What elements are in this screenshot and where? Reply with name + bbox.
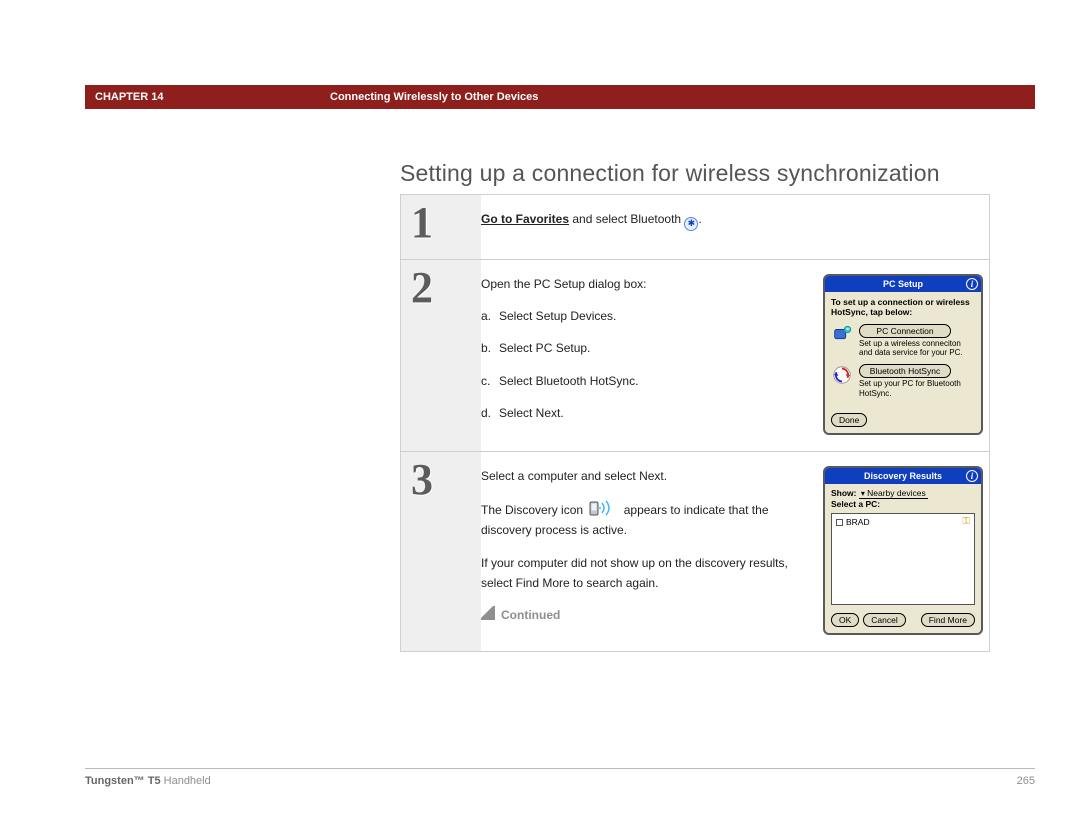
palm-tip: To set up a connection or wireless HotSy… — [831, 297, 975, 318]
chapter-title: Connecting Wirelessly to Other Devices — [330, 91, 538, 103]
palm-titlebar: PC Setup i — [825, 276, 981, 292]
done-button[interactable]: Done — [831, 413, 867, 427]
step-number: 3 — [401, 452, 481, 651]
discovery-screenshot: Discovery Results i Show: Nearby devices… — [823, 466, 983, 635]
info-icon[interactable]: i — [966, 470, 978, 482]
bluetooth-hotsync-button[interactable]: Bluetooth HotSync — [859, 364, 951, 378]
step-row: 1 Go to Favorites and select Bluetooth ✱… — [400, 194, 990, 260]
steps-container: 1 Go to Favorites and select Bluetooth ✱… — [400, 195, 990, 652]
pc-setup-screenshot: PC Setup i To set up a connection or wir… — [823, 274, 983, 436]
palm-title: Discovery Results — [864, 471, 942, 481]
pc-connection-icon — [831, 324, 853, 346]
page-footer: Tungsten™ T5 Handheld 265 — [85, 768, 1035, 790]
bluetooth-hotsync-desc: Set up your PC for Bluetooth HotSync. — [859, 379, 975, 398]
pc-icon — [836, 519, 843, 526]
discovery-icon — [589, 499, 617, 517]
step-text: Select a computer and select Next. The D… — [481, 466, 823, 635]
palm-title: PC Setup — [883, 279, 923, 289]
favorites-link[interactable]: Go to Favorites — [481, 212, 569, 226]
ok-button[interactable]: OK — [831, 613, 859, 627]
palm-bottombar: Done — [825, 409, 981, 433]
cancel-button[interactable]: Cancel — [863, 613, 905, 627]
step3-p3: If your computer did not show up on the … — [481, 553, 799, 594]
select-pc-label: Select a PC: — [831, 499, 880, 509]
step1-period: . — [698, 212, 701, 226]
continued-label: Continued — [481, 605, 799, 625]
step2-intro: Open the PC Setup dialog box: — [481, 274, 799, 294]
pc-connection-desc: Set up a wireless conneciton and data se… — [859, 339, 975, 358]
step-number: 1 — [401, 195, 481, 259]
palm-option: PC Connection Set up a wireless connecit… — [859, 324, 975, 358]
step-number: 2 — [401, 260, 481, 452]
step-text: Open the PC Setup dialog box: a.Select S… — [481, 274, 823, 436]
step-body: Select a computer and select Next. The D… — [481, 452, 989, 651]
hotsync-icon — [831, 364, 853, 386]
step1-tail: and select Bluetooth — [569, 212, 684, 226]
bluetooth-icon: ✱ — [684, 217, 698, 231]
page-number: 265 — [1017, 775, 1035, 790]
step2-list: a.Select Setup Devices. b.Select PC Setu… — [481, 306, 799, 424]
pc-list[interactable]: BRAD ⚿ — [831, 513, 975, 605]
step-row: 2 Open the PC Setup dialog box: a.Select… — [400, 259, 990, 453]
find-more-button[interactable]: Find More — [921, 613, 975, 627]
step-body: Open the PC Setup dialog box: a.Select S… — [481, 260, 989, 452]
step3-p2: The Discovery icon appears to indicate t… — [481, 499, 799, 541]
palm-row: Bluetooth HotSync Set up your PC for Blu… — [831, 364, 975, 398]
pc-connection-button[interactable]: PC Connection — [859, 324, 951, 338]
info-icon[interactable]: i — [966, 278, 978, 290]
step-row: 3 Select a computer and select Next. The… — [400, 451, 990, 652]
section-title: Setting up a connection for wireless syn… — [400, 160, 990, 187]
show-label: Show: — [831, 488, 857, 498]
palm-bottombar: OK Cancel Find More — [825, 609, 981, 633]
palm-option: Bluetooth HotSync Set up your PC for Blu… — [859, 364, 975, 398]
key-icon: ⚿ — [962, 516, 970, 527]
discovery-controls: Show: Nearby devices Select a PC: — [825, 484, 981, 509]
show-dropdown[interactable]: Nearby devices — [859, 488, 928, 499]
palm-row: PC Connection Set up a wireless connecit… — [831, 324, 975, 358]
chapter-header: CHAPTER 14 Connecting Wirelessly to Othe… — [85, 85, 1035, 109]
chapter-label: CHAPTER 14 — [85, 91, 163, 103]
step-body: Go to Favorites and select Bluetooth ✱. — [481, 195, 989, 259]
list-item[interactable]: BRAD — [836, 517, 970, 527]
step-text: Go to Favorites and select Bluetooth ✱. — [481, 209, 989, 243]
palm-titlebar: Discovery Results i — [825, 468, 981, 484]
page: CHAPTER 14 Connecting Wirelessly to Othe… — [0, 0, 1080, 834]
product-name: Tungsten™ T5 Handheld — [85, 775, 211, 790]
palm-content: To set up a connection or wireless HotSy… — [825, 292, 981, 410]
step3-p1: Select a computer and select Next. — [481, 466, 799, 486]
